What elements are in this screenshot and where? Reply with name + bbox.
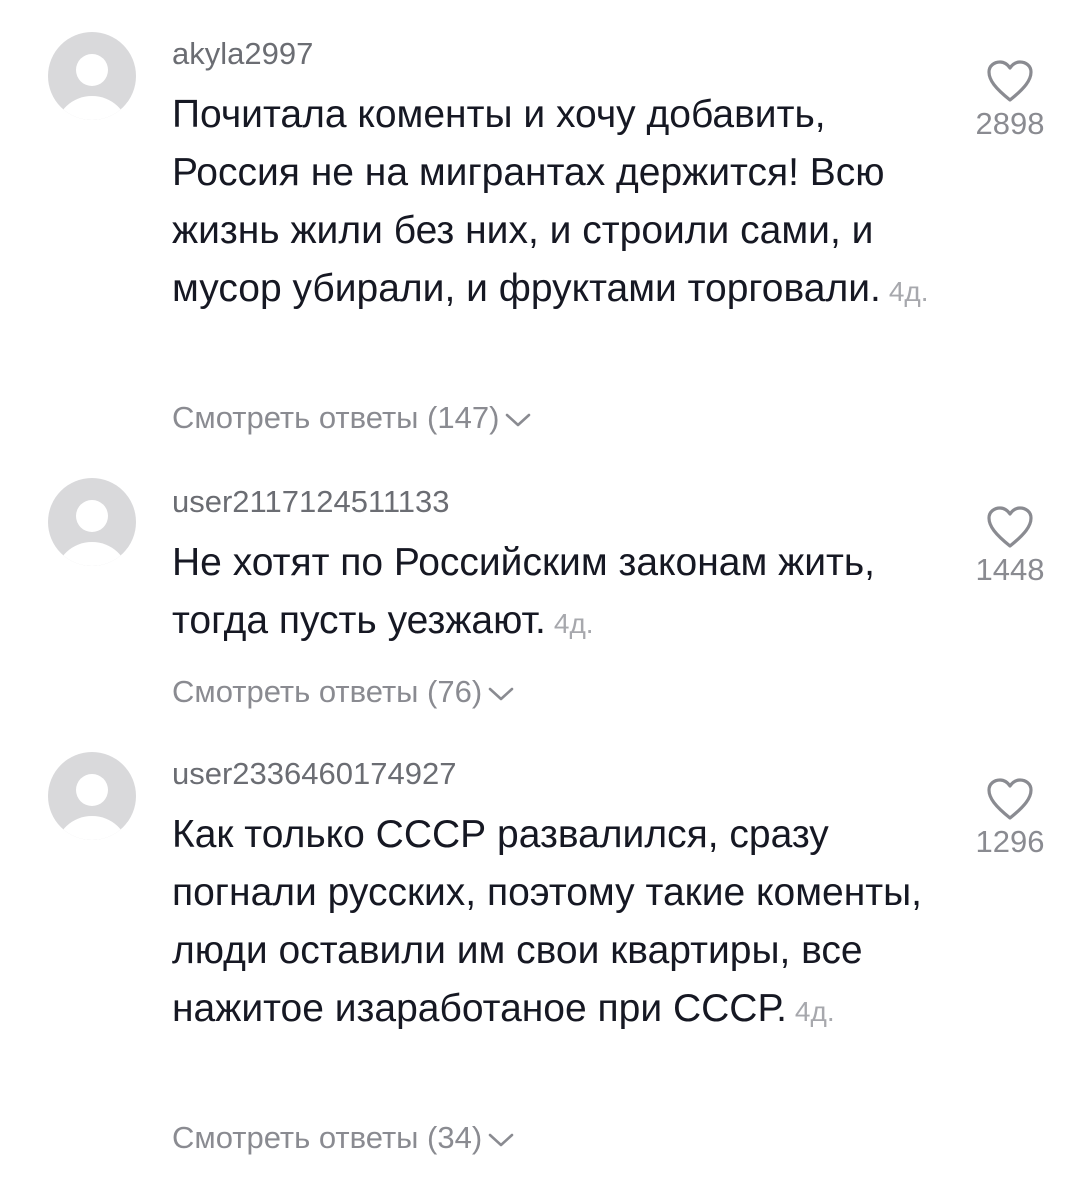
- like-button[interactable]: 1296: [960, 776, 1060, 860]
- avatar[interactable]: [48, 752, 136, 840]
- comment-timestamp: 4д.: [794, 996, 835, 1027]
- comment-username[interactable]: user2336460174927: [172, 754, 456, 794]
- view-replies-label: Смотреть ответы (34): [172, 1120, 483, 1155]
- heart-outline-icon: [987, 778, 1033, 820]
- like-count: 1296: [975, 824, 1045, 859]
- comment-item: user2336460174927 Как только СССР развал…: [0, 0, 1080, 1188]
- chevron-down-icon: [488, 1133, 514, 1147]
- default-avatar-icon: [57, 774, 127, 840]
- view-replies-button[interactable]: Смотреть ответы (34): [172, 1118, 514, 1158]
- comment-text: Как только СССР развалился, сразу погнал…: [172, 806, 932, 1041]
